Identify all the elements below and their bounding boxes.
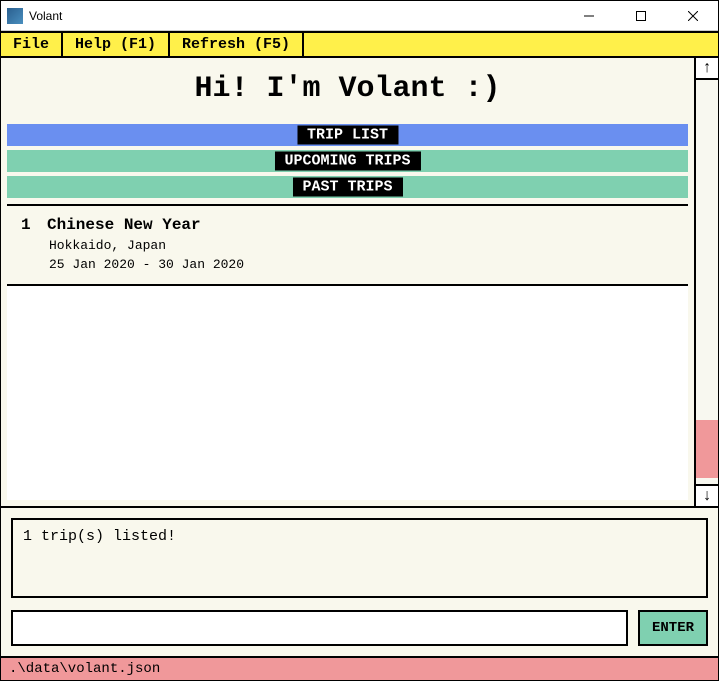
close-button[interactable] [670,1,716,31]
menu-help[interactable]: Help (F1) [63,33,170,56]
menubar: File Help (F1) Refresh (F5) [1,31,718,58]
section-label: PAST TRIPS [292,178,402,197]
arrow-down-icon: ↓ [702,487,712,505]
trip-dates: 25 Jan 2020 - 30 Jan 2020 [49,257,674,272]
greeting-heading: Hi! I'm Volant :) [1,58,694,122]
menu-file[interactable]: File [1,33,63,56]
minimize-button[interactable] [566,1,612,31]
window-title: Volant [29,9,560,23]
window-titlebar: Volant [1,1,718,31]
status-bar: .\data\volant.json [1,658,718,680]
section-label: UPCOMING TRIPS [274,152,420,171]
arrow-up-icon: ↑ [702,59,712,77]
section-upcoming-trips: UPCOMING TRIPS [7,150,688,172]
trip-card[interactable]: 1 Chinese New Year Hokkaido, Japan 25 Ja… [7,206,688,286]
trip-title: Chinese New Year [47,216,201,234]
trip-list-area: 1 Chinese New Year Hokkaido, Japan 25 Ja… [7,204,688,500]
section-label: TRIP LIST [297,126,398,145]
app-icon [7,8,23,24]
menu-refresh[interactable]: Refresh (F5) [170,33,304,56]
status-path: .\data\volant.json [9,661,160,677]
scroll-up-button[interactable]: ↑ [696,58,718,80]
vertical-scrollbar[interactable]: ↑ ↓ [696,58,718,506]
enter-button[interactable]: ENTER [638,610,708,646]
console-panel: 1 trip(s) listed! ENTER [1,508,718,658]
section-trip-list: TRIP LIST [7,124,688,146]
main-panel: Hi! I'm Volant :) TRIP LIST UPCOMING TRI… [1,58,696,506]
scroll-down-button[interactable]: ↓ [696,484,718,506]
trip-location: Hokkaido, Japan [49,238,674,253]
scroll-track[interactable] [696,80,718,484]
maximize-button[interactable] [618,1,664,31]
scroll-thumb[interactable] [696,420,718,478]
command-input[interactable] [11,610,628,646]
trip-index: 1 [21,216,33,234]
console-output: 1 trip(s) listed! [11,518,708,598]
section-past-trips: PAST TRIPS [7,176,688,198]
